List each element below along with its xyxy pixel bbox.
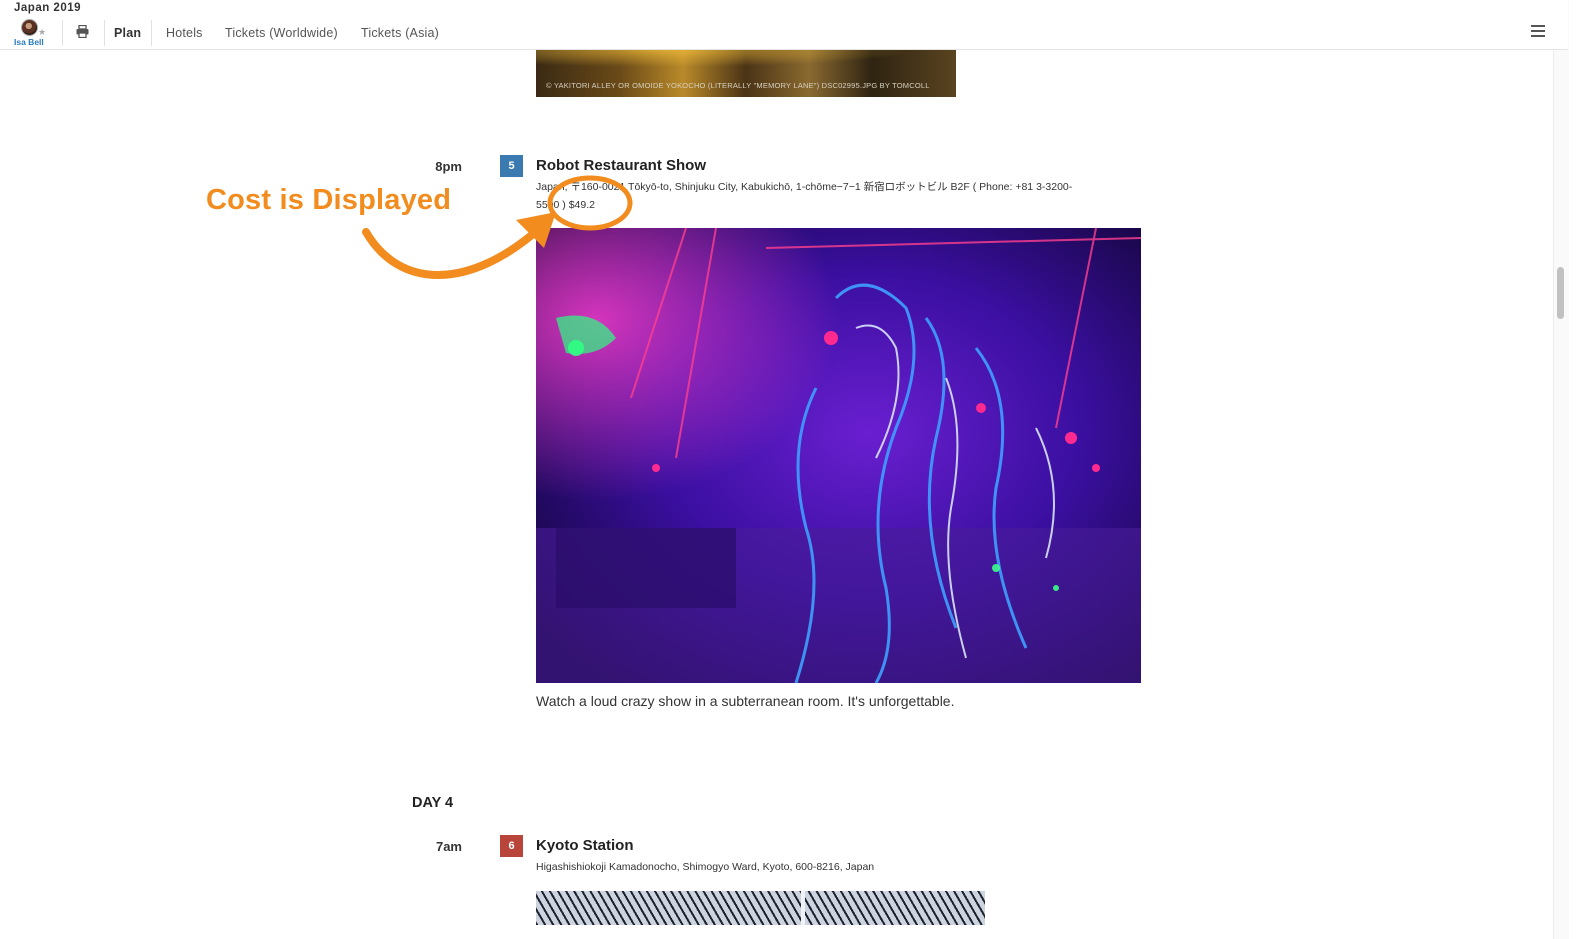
annotation-label: Cost is Displayed xyxy=(206,184,452,216)
event-number-badge: 6 xyxy=(500,835,523,857)
event-description: Watch a loud crazy show in a subterranea… xyxy=(536,693,955,709)
divider xyxy=(104,20,105,46)
user-name[interactable]: Isa Bell xyxy=(14,37,44,47)
avatar[interactable] xyxy=(21,19,38,36)
event-address-line-1: Japan, 〒160-0021 Tōkyō-to, Shinjuku City… xyxy=(536,181,1073,193)
annotation-arrow xyxy=(362,224,544,279)
hamburger-menu-icon[interactable] xyxy=(1531,25,1545,38)
event-address-line-2: 5500 ) $49.2 xyxy=(536,199,595,211)
nav-tickets-asia[interactable]: Tickets (Asia) xyxy=(361,26,439,40)
divider xyxy=(151,20,152,46)
robot-show-photo xyxy=(536,228,1141,683)
event-time: 8pm xyxy=(435,159,462,174)
divider xyxy=(62,20,63,46)
scrollbar-thumb[interactable] xyxy=(1557,267,1564,319)
image-caption: © YAKITORI ALLEY OR OMOIDE YOKOCHO (LITE… xyxy=(546,81,930,90)
nav-hotels[interactable]: Hotels xyxy=(166,26,203,40)
printer-icon[interactable] xyxy=(76,25,89,38)
event-address: Higashishiokoji Kamadonocho, Shimogyo Wa… xyxy=(536,861,875,873)
nav-tickets-worldwide[interactable]: Tickets (Worldwide) xyxy=(225,26,338,40)
scrollbar-track[interactable] xyxy=(1553,0,1569,939)
event-title[interactable]: Robot Restaurant Show xyxy=(536,157,706,174)
event-time: 7am xyxy=(435,839,462,854)
event-address: Japan, 〒160-0021 Tōkyō-to, Shinjuku City… xyxy=(536,178,1136,214)
event-title[interactable]: Kyoto Station xyxy=(536,837,634,854)
trip-title: Japan 2019 xyxy=(14,2,82,14)
event-number-badge: 5 xyxy=(500,155,523,177)
top-header: Japan 2019 ★ Isa Bell Plan Hotels Ticket… xyxy=(0,0,1568,50)
nav-plan[interactable]: Plan xyxy=(114,26,141,40)
day-label: DAY 4 xyxy=(412,795,454,811)
event-image xyxy=(536,228,1141,683)
event-image xyxy=(536,891,985,925)
